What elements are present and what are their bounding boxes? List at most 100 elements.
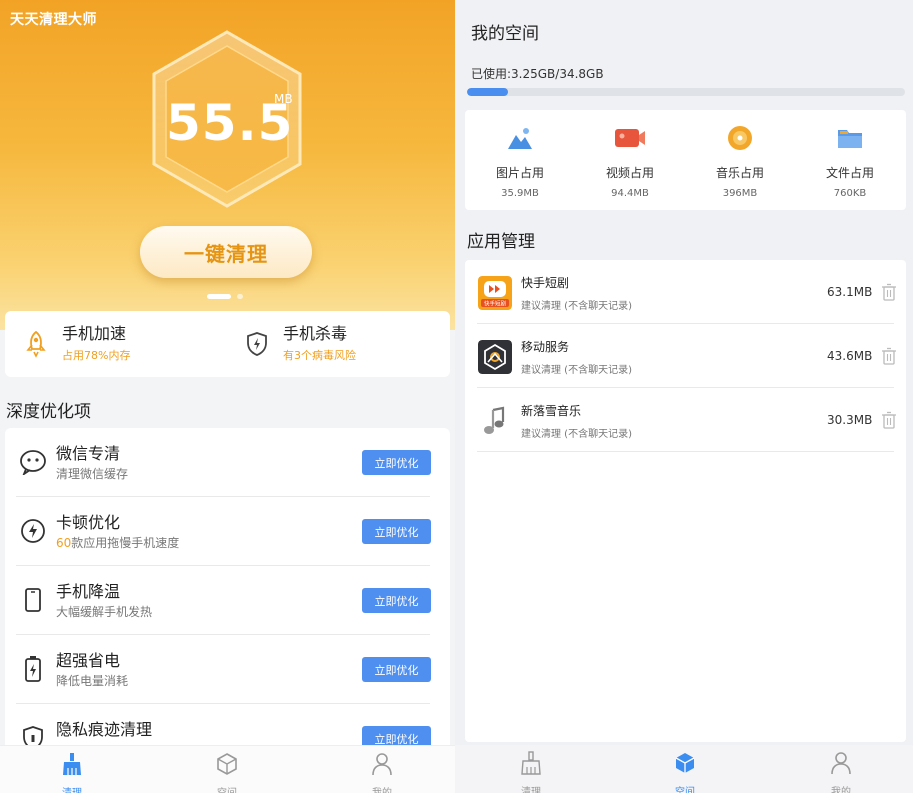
video-icon [575,124,685,152]
user-icon [352,752,412,776]
media-size: 94.4MB [611,188,649,199]
quick-item-title: 手机杀毒 [283,324,348,343]
item-title: 隐私痕迹清理 [56,720,153,739]
folder-icon [795,124,905,152]
table-row[interactable]: 移动服务 建议清理 (不含聊天记录) 43.6MB [465,324,906,388]
tab-label: 空间 [675,787,695,793]
phone-speedup-item[interactable]: 手机加速 占用78%内存 [22,321,130,367]
tab-clean[interactable]: 清理 [42,752,102,793]
bottom-tab-bar: 清理 空间 我的 [0,745,455,793]
list-item[interactable]: 手机降温 大幅缓解手机发热 立即优化 [5,566,450,635]
hero-banner: 天天清理大师 55.5 MB 一键清理 [0,0,455,330]
app-note: 建议清理 (不含聊天记录) [521,365,632,376]
media-label: 视频占用 [605,166,654,180]
item-subtitle: 清理微信缓存 [56,467,129,481]
optimize-now-button[interactable]: 立即优化 [362,519,431,544]
wechat-icon [19,446,47,478]
quick-item-sub: 占用78%内存 [62,349,131,362]
speed-icon [19,515,47,547]
optimize-now-button[interactable]: 立即优化 [362,657,431,682]
tab-clean[interactable]: 清理 [501,751,561,793]
table-row[interactable]: 快手短剧 快手短剧 建议清理 (不含聊天记录) 63.1MB [465,260,906,324]
storage-progress-bar [467,88,905,96]
trash-icon[interactable] [881,283,897,301]
app-list: 快手短剧 快手短剧 建议清理 (不含聊天记录) 63.1MB 移动服务 建议清理… [465,260,906,742]
tab-me[interactable]: 我的 [352,752,412,793]
media-item-files[interactable]: 文件占用 760KB [795,124,905,199]
app-size: 43.6MB [827,349,873,363]
mobile-service-app-icon [478,340,512,374]
media-item-video[interactable]: 视频占用 94.4MB [575,124,685,199]
junk-size-unit: MB [274,92,293,106]
media-item-music[interactable]: 音乐占用 396MB [685,124,795,199]
app-note: 建议清理 (不含聊天记录) [521,301,632,312]
item-subtitle: 降低电量消耗 [56,674,129,688]
page-title: 我的空间 [471,24,539,44]
media-size: 760KB [833,188,867,199]
optimize-now-button[interactable]: 立即优化 [362,450,431,475]
tab-label: 空间 [197,784,257,793]
shield-icon [243,329,271,359]
app-size: 63.1MB [827,285,873,299]
list-item[interactable]: 超强省电 降低电量消耗 立即优化 [5,635,450,704]
media-label: 音乐占用 [715,166,764,180]
clean-screen: 天天清理大师 55.5 MB 一键清理 手机加速 占用78%内存 手机杀毒 有3… [0,0,455,793]
trash-icon[interactable] [881,347,897,365]
one-key-clean-button[interactable]: 一键清理 [140,226,312,278]
cube-icon [197,752,257,776]
media-size: 35.9MB [501,188,539,199]
tab-space[interactable]: 空间 [197,752,257,793]
list-item[interactable]: 微信专清 清理微信缓存 立即优化 [5,428,450,497]
app-name: 新落雪音乐 [521,404,582,418]
trash-icon[interactable] [881,411,897,429]
space-screen: 我的空间 已使用:3.25GB/34.8GB 图片占用 35.9MB 视频占用 … [455,0,913,793]
quick-actions-card: 手机加速 占用78%内存 手机杀毒 有3个病毒风险 [5,311,450,377]
media-label: 文件占用 [825,166,874,180]
app-name: 移动服务 [521,340,570,354]
item-title: 手机降温 [56,582,121,601]
user-icon [811,751,871,775]
junk-size-hexagon[interactable]: 55.5 MB [152,30,302,208]
item-title: 超强省电 [56,651,121,670]
battery-icon [19,653,47,685]
broom-icon [501,751,561,775]
kuaishou-app-icon: 快手短剧 [478,276,512,310]
app-management-title: 应用管理 [467,232,535,252]
storage-progress-fill [467,88,508,96]
tab-label: 我的 [352,784,412,793]
app-name: 快手短剧 [521,276,570,290]
app-note: 建议清理 (不含聊天记录) [521,429,632,440]
item-title: 卡顿优化 [56,513,121,532]
pager-dot-active[interactable] [207,294,231,299]
rocket-icon [22,329,50,359]
optimize-now-button[interactable]: 立即优化 [362,588,431,613]
deep-optimize-title: 深度优化项 [6,402,91,422]
item-subtitle: 大幅缓解手机发热 [56,605,153,619]
table-row[interactable]: 新落雪音乐 建议清理 (不含聊天记录) 30.3MB [465,388,906,452]
quick-item-sub: 有3个病毒风险 [283,349,356,362]
tab-me[interactable]: 我的 [811,751,871,793]
media-item-pictures[interactable]: 图片占用 35.9MB [465,124,575,199]
quick-item-title: 手机加速 [62,324,127,343]
list-item[interactable]: 卡顿优化 60款应用拖慢手机速度 立即优化 [5,497,450,566]
junk-size-value: 55.5 [166,94,294,152]
optimize-list: 微信专清 清理微信缓存 立即优化 卡顿优化 60款应用拖慢手机速度 立即优化 手… [5,428,450,758]
divider [477,451,894,452]
media-label: 图片占用 [495,166,544,180]
picture-icon [465,124,575,152]
storage-used-label: 已使用:3.25GB/34.8GB [471,67,604,81]
item-subtitle-text: 款应用拖慢手机速度 [71,536,180,550]
tab-label: 清理 [521,787,541,793]
pager-dot[interactable] [237,294,243,299]
media-size: 396MB [722,188,758,199]
media-usage-card: 图片占用 35.9MB 视频占用 94.4MB 音乐占用 396MB 文件占用 … [465,110,906,210]
banner-pager[interactable] [207,294,243,299]
phone-antivirus-item[interactable]: 手机杀毒 有3个病毒风险 [243,321,356,367]
lag-app-count: 60 [56,536,72,550]
cube-icon [655,751,715,775]
kuaishou-logo-text: 快手短剧 [484,300,507,308]
tab-space[interactable]: 空间 [655,751,715,793]
broom-icon [42,752,102,776]
app-title: 天天清理大师 [10,12,97,28]
music-app-icon [478,404,512,438]
